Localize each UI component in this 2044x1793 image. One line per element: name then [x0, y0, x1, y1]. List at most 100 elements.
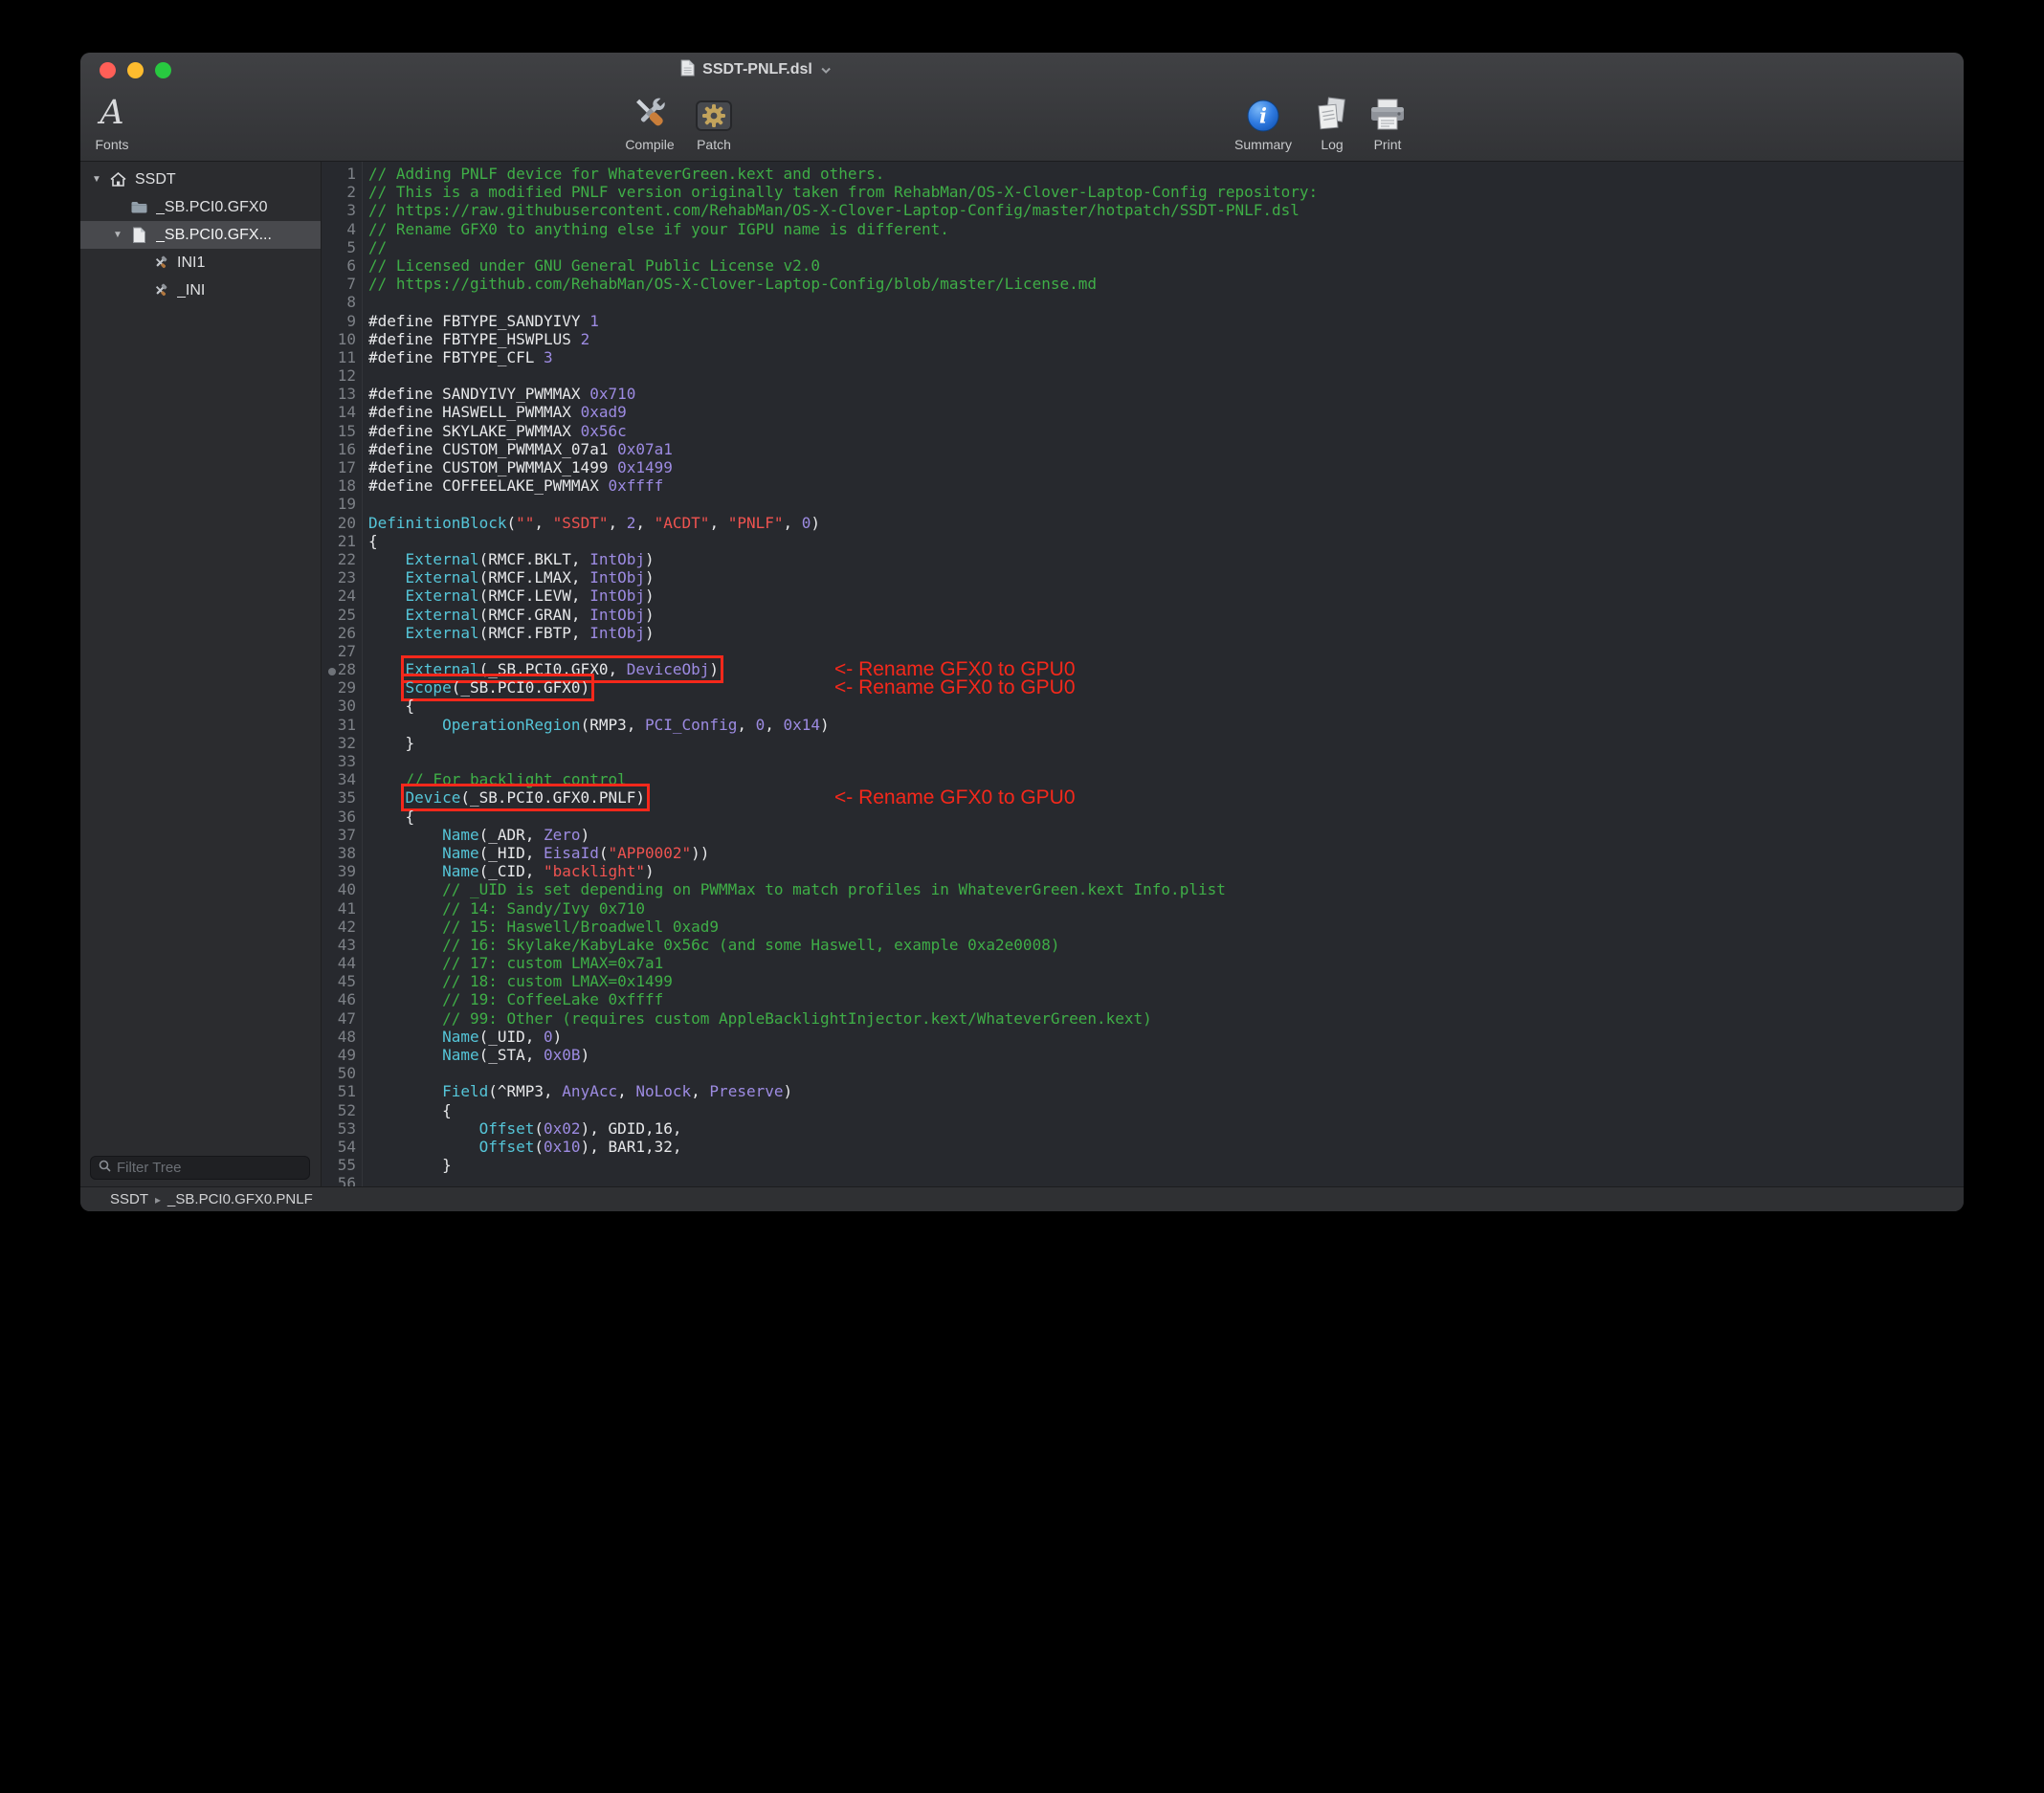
line-number: 8 [322, 293, 356, 311]
line-number: 40 [322, 880, 356, 898]
line-number: 30 [322, 697, 356, 715]
line-number: 10 [322, 330, 356, 348]
zoom-button[interactable] [155, 62, 171, 78]
line-number: 31 [322, 716, 356, 734]
line-number: 46 [322, 990, 356, 1008]
code-line: 2// This is a modified PNLF version orig… [322, 183, 1964, 201]
disclosure-triangle[interactable]: ▼ [88, 174, 105, 185]
code-line: 19 [322, 495, 1964, 513]
breadcrumb-current[interactable]: _SB.PCI0.GFX0.PNLF [167, 1191, 313, 1207]
line-number: 50 [322, 1064, 356, 1082]
code-line: 27 [322, 642, 1964, 660]
red-annotation-box: Device(_SB.PCI0.GFX0.PNLF) [406, 788, 645, 807]
line-number: 34 [322, 770, 356, 788]
code-line: 51 Field(^RMP3, AnyAcc, NoLock, Preserve… [322, 1082, 1964, 1100]
titlebar[interactable]: SSDT-PNLF.dsl [80, 53, 1964, 87]
document-proxy-icon[interactable] [680, 59, 695, 81]
code-line: 31 OperationRegion(RMP3, PCI_Config, 0, … [322, 716, 1964, 734]
code-line: 21{ [322, 532, 1964, 550]
line-number: 25 [322, 606, 356, 624]
line-number: 17 [322, 458, 356, 476]
line-number: 54 [322, 1138, 356, 1156]
code-line: 23 External(RMCF.LMAX, IntObj) [322, 568, 1964, 587]
patch-button-label: Patch [697, 137, 731, 152]
chevron-down-icon[interactable] [820, 66, 832, 75]
close-button[interactable] [100, 62, 116, 78]
code-line: 20DefinitionBlock("", "SSDT", 2, "ACDT",… [322, 514, 1964, 532]
line-number: 35 [322, 788, 356, 807]
filter-tree-field[interactable] [90, 1156, 310, 1180]
code-line: 43 // 16: Skylake/KabyLake 0x56c (and so… [322, 936, 1964, 954]
sidebar-item-ini[interactable]: _INI [80, 277, 321, 304]
compile-button[interactable]: Compile [625, 90, 674, 152]
code-line: 38 Name(_HID, EisaId("APP0002")) [322, 844, 1964, 862]
line-number: 41 [322, 899, 356, 918]
sidebar-item-ssdt[interactable]: ▼SSDT [80, 166, 321, 193]
line-number: 39 [322, 862, 356, 880]
code-line: 17#define CUSTOM_PWMMAX_1499 0x1499 [322, 458, 1964, 476]
info-circle-icon: i [1245, 90, 1281, 134]
document-icon [126, 227, 151, 244]
sidebar-item-label: _SB.PCI0.GFX... [156, 227, 272, 244]
disclosure-triangle[interactable]: ▼ [109, 230, 126, 240]
sidebar-item-ini1[interactable]: INI1 [80, 249, 321, 277]
breadcrumb-root[interactable]: SSDT [110, 1191, 148, 1207]
printer-icon [1367, 90, 1408, 134]
window-header: SSDT-PNLF.dsl A Fonts [80, 53, 1964, 162]
code-line: 4// Rename GFX0 to anything else if your… [322, 220, 1964, 238]
code-line: 42 // 15: Haswell/Broadwell 0xad9 [322, 918, 1964, 936]
log-pages-icon [1313, 90, 1351, 134]
code-line: 5// [322, 238, 1964, 256]
filter-input[interactable] [117, 1160, 301, 1176]
breadcrumb-separator-icon: ▸ [155, 1194, 161, 1206]
sidebar-item-sb-pci0-gfx[interactable]: ▼ _SB.PCI0.GFX... [80, 221, 321, 249]
line-number: 5 [322, 238, 356, 256]
code-line: 25 External(RMCF.GRAN, IntObj) [322, 606, 1964, 624]
title-proxy: SSDT-PNLF.dsl [680, 53, 832, 87]
line-number: 49 [322, 1046, 356, 1064]
line-number: 11 [322, 348, 356, 366]
line-number: 42 [322, 918, 356, 936]
line-number: 23 [322, 568, 356, 587]
code-line: 53 Offset(0x02), GDID,16, [322, 1119, 1964, 1138]
code-line: 13#define SANDYIVY_PWMMAX 0x710 [322, 385, 1964, 403]
print-button-label: Print [1374, 137, 1402, 152]
log-button[interactable]: Log [1313, 90, 1351, 152]
line-number: 29 [322, 678, 356, 697]
code-line: 39 Name(_CID, "backlight") [322, 862, 1964, 880]
summary-button[interactable]: i Summary [1234, 90, 1292, 152]
code-line: 49 Name(_STA, 0x0B) [322, 1046, 1964, 1064]
line-number: 45 [322, 972, 356, 990]
window-title: SSDT-PNLF.dsl [702, 61, 812, 78]
code-line: 3// https://raw.githubusercontent.com/Re… [322, 201, 1964, 219]
log-button-label: Log [1321, 137, 1343, 152]
gutter-marker-dot [328, 668, 336, 675]
maciasl-window: SSDT-PNLF.dsl A Fonts [80, 53, 1964, 1211]
minimize-button[interactable] [127, 62, 144, 78]
code-editor[interactable]: 1// Adding PNLF device for WhateverGreen… [322, 162, 1964, 1186]
line-number: 9 [322, 312, 356, 330]
patch-button[interactable]: Patch [694, 90, 734, 152]
fonts-button[interactable]: A Fonts [95, 90, 128, 152]
method-icon [147, 282, 172, 299]
code-line: 52 { [322, 1101, 1964, 1119]
code-line: 12 [322, 366, 1964, 385]
line-number: 22 [322, 550, 356, 568]
sidebar: ▼SSDT_SB.PCI0.GFX0 ▼ _SB.PCI0.GFX... INI1_I… [80, 162, 322, 1186]
line-number: 37 [322, 826, 356, 844]
print-button[interactable]: Print [1367, 90, 1408, 152]
line-number: 53 [322, 1119, 356, 1138]
svg-text:i: i [1259, 104, 1267, 128]
compile-button-label: Compile [625, 137, 674, 152]
line-number: 48 [322, 1028, 356, 1046]
code-line: 33 [322, 752, 1964, 770]
line-number: 32 [322, 734, 356, 752]
line-number: 6 [322, 256, 356, 275]
line-number: 28 [322, 660, 356, 678]
code-line: 16#define CUSTOM_PWMMAX_07a1 0x07a1 [322, 440, 1964, 458]
line-number: 26 [322, 624, 356, 642]
sidebar-item-sb-pci0-gfx0[interactable]: _SB.PCI0.GFX0 [80, 193, 321, 221]
window-content: ▼SSDT_SB.PCI0.GFX0 ▼ _SB.PCI0.GFX... INI1_I… [80, 162, 1964, 1186]
line-number: 16 [322, 440, 356, 458]
code-line: 18#define COFFEELAKE_PWMMAX 0xffff [322, 476, 1964, 495]
